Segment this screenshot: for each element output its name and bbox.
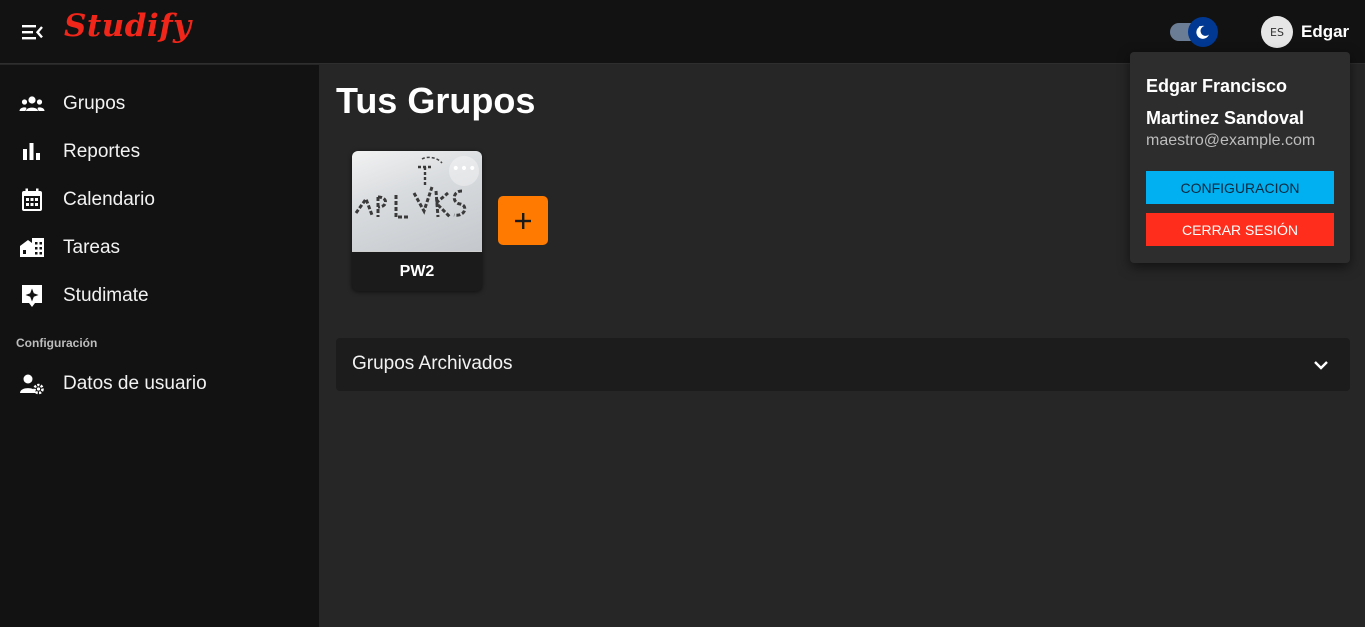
group-thumbnail: ••• bbox=[352, 151, 482, 251]
sidebar-item-label: Reportes bbox=[63, 141, 141, 162]
sidebar-item-label: Tareas bbox=[63, 237, 121, 258]
chevron-down-icon bbox=[1310, 354, 1332, 376]
sidebar-item-datos-de-usuario[interactable]: Datos de usuario bbox=[0, 362, 319, 406]
sidebar-item-reportes[interactable]: Reportes bbox=[0, 130, 319, 174]
user-name: Edgar bbox=[1301, 22, 1350, 41]
sidebar-item-calendario[interactable]: Calendario bbox=[0, 178, 319, 222]
user-menu-button[interactable]: ES Edgar bbox=[1261, 16, 1349, 48]
plus-icon bbox=[515, 212, 531, 229]
tasks-icon bbox=[19, 236, 45, 260]
user-email: maestro@example.com bbox=[1146, 132, 1316, 149]
user-full-name-line2: Martinez Sandoval bbox=[1146, 108, 1305, 128]
sidebar-item-label: Studimate bbox=[63, 285, 149, 306]
cerrar-sesion-button[interactable]: CERRAR SESIÓN bbox=[1146, 213, 1334, 246]
user-settings-icon bbox=[19, 372, 45, 396]
sparkle-icon bbox=[19, 284, 45, 308]
groups-icon bbox=[19, 92, 45, 116]
avatar: ES bbox=[1261, 16, 1293, 48]
section-title-configuracion: Configuración bbox=[16, 336, 98, 350]
sidebar-item-grupos[interactable]: Grupos bbox=[0, 82, 319, 126]
sidebar-item-tareas[interactable]: Tareas bbox=[0, 226, 319, 270]
configuracion-button[interactable]: CONFIGURACION bbox=[1146, 171, 1334, 204]
calendar-icon bbox=[19, 188, 45, 212]
user-full-name: Edgar Francisco Martinez Sandoval bbox=[1146, 70, 1346, 134]
theme-toggle[interactable] bbox=[1170, 17, 1220, 47]
user-full-name-line1: Edgar Francisco bbox=[1146, 76, 1288, 96]
app-logo[interactable]: Studify bbox=[64, 8, 192, 44]
menu-collapse-icon[interactable] bbox=[21, 21, 45, 43]
bar-chart-icon bbox=[19, 140, 45, 164]
sidebar-item-label: Calendario bbox=[63, 189, 155, 210]
user-dropdown-menu: Edgar Francisco Martinez Sandoval maestr… bbox=[1130, 52, 1350, 263]
archived-groups-label: Grupos Archivados bbox=[352, 353, 513, 374]
sidebar-item-label: Datos de usuario bbox=[63, 373, 207, 394]
moon-icon bbox=[1188, 17, 1218, 47]
group-name: PW2 bbox=[352, 251, 482, 291]
sidebar-item-studimate[interactable]: Studimate bbox=[0, 274, 319, 318]
sidebar-item-label: Grupos bbox=[63, 93, 126, 114]
sidebar: Grupos Reportes Calendario Tareas Studim… bbox=[0, 65, 319, 627]
page-title: Tus Grupos bbox=[336, 80, 536, 121]
group-card[interactable]: ••• PW2 bbox=[352, 151, 482, 291]
add-group-button[interactable] bbox=[498, 196, 548, 245]
group-options-icon[interactable]: ••• bbox=[449, 156, 479, 186]
archived-groups-accordion[interactable]: Grupos Archivados bbox=[336, 338, 1350, 391]
